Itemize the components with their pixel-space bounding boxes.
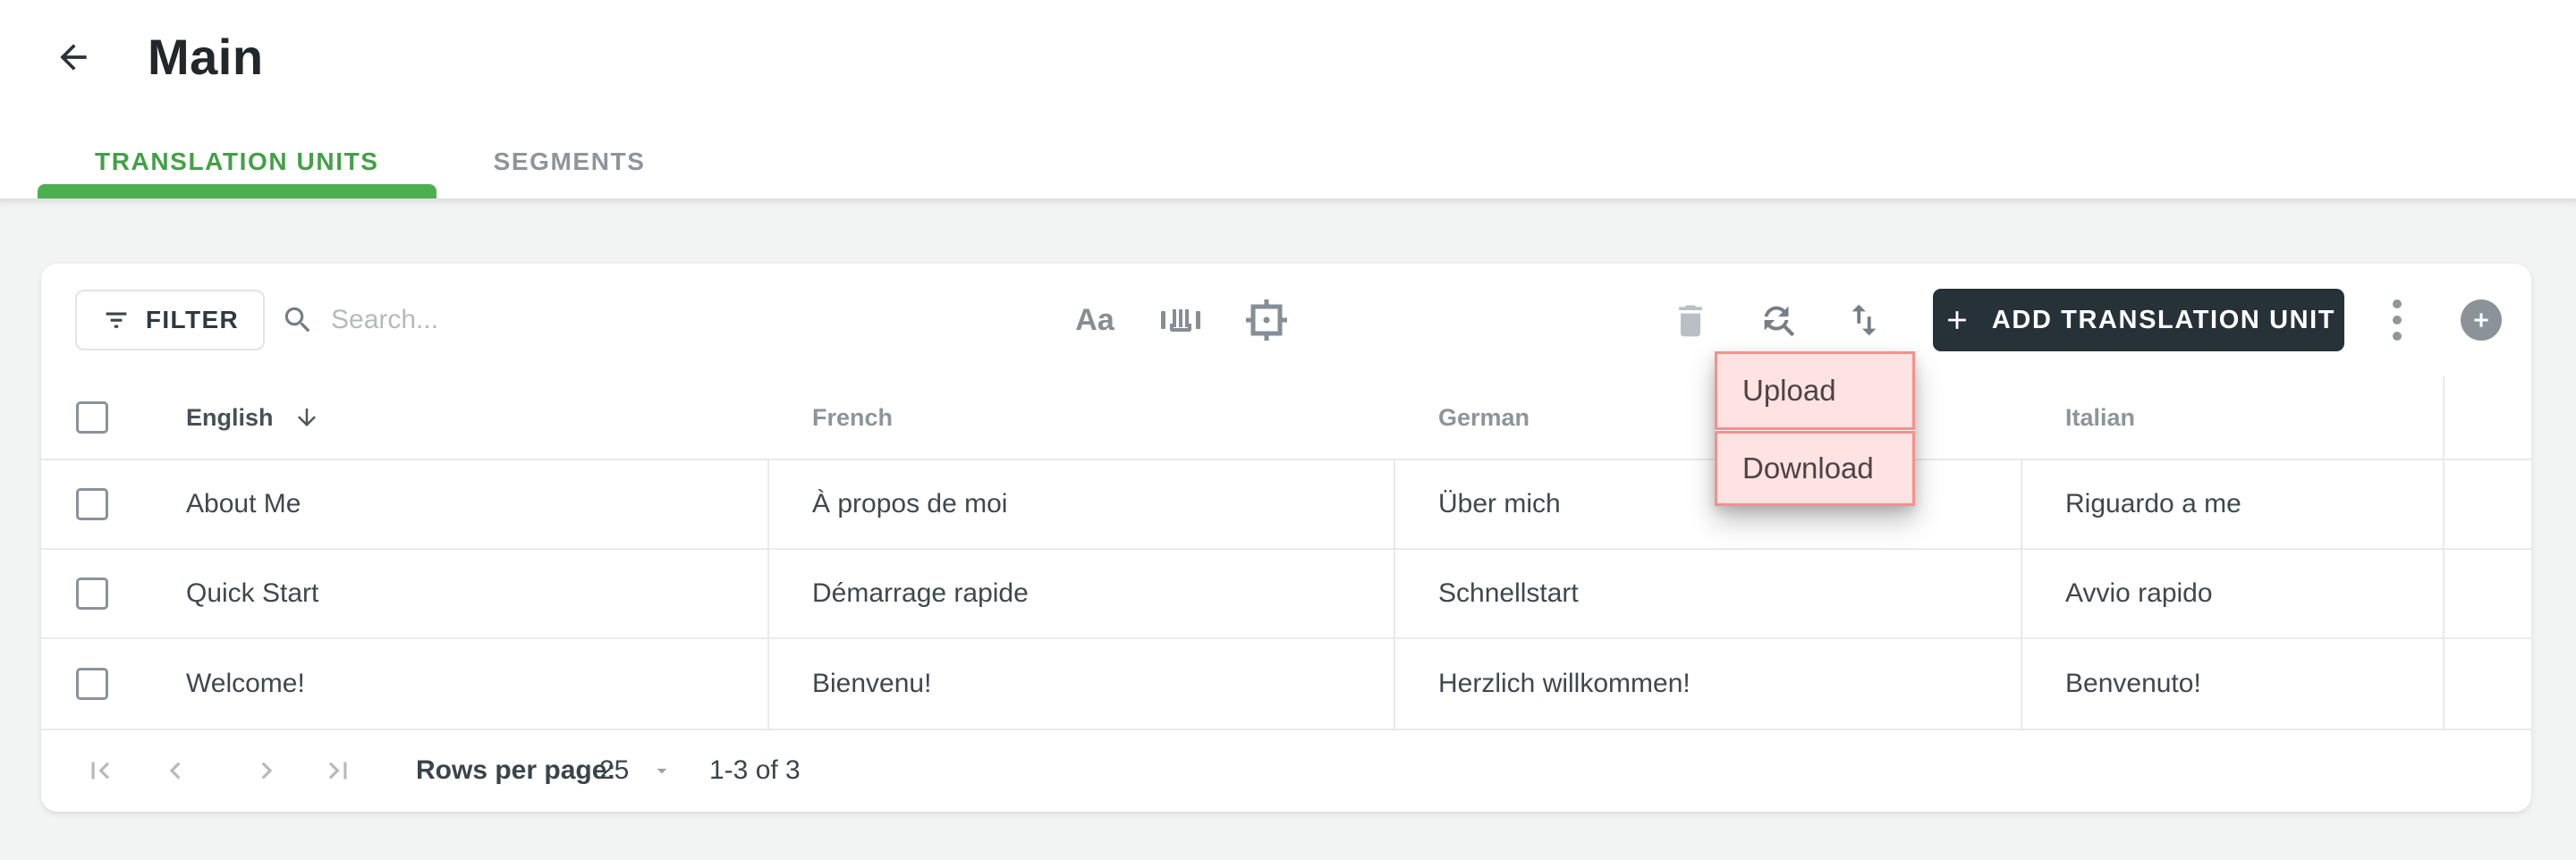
row-checkbox-cell — [41, 488, 143, 520]
column-header-english[interactable]: English — [143, 376, 769, 459]
table-row[interactable]: Quick Start Démarrage rapide Schnellstar… — [41, 550, 2531, 639]
table-header-row: English French German Italian — [41, 376, 2531, 460]
cell-english[interactable]: About Me — [143, 460, 769, 548]
next-page-button[interactable] — [240, 744, 293, 797]
arrow-drop-down-icon — [657, 768, 667, 773]
back-button[interactable] — [47, 30, 100, 84]
previous-page-button[interactable] — [148, 744, 202, 797]
menu-item-label: Upload — [1742, 374, 1836, 407]
row-checkbox[interactable] — [76, 668, 108, 700]
cell-french[interactable]: Bienvenu! — [769, 639, 1395, 729]
translation-units-card: FILTER Aa — [41, 264, 2531, 812]
tab-label: TRANSLATION UNITS — [95, 148, 379, 175]
column-header-label: German — [1438, 403, 1530, 431]
add-button-label: ADD TRANSLATION UNIT — [1991, 305, 2336, 334]
search-box — [281, 290, 1086, 350]
cell-actions — [2445, 460, 2528, 548]
search-icon — [284, 307, 310, 333]
select-all-cell — [41, 401, 143, 434]
filter-button[interactable]: FILTER — [75, 290, 265, 350]
cell-italian[interactable]: Benvenuto! — [2022, 639, 2445, 729]
column-header-italian[interactable]: Italian — [2022, 376, 2445, 459]
cell-actions — [2445, 639, 2528, 729]
column-header-french[interactable]: French — [769, 376, 1395, 459]
arrow-back-icon — [60, 44, 87, 71]
tab-bar: TRANSLATION UNITS SEGMENTS — [38, 125, 703, 198]
first-page-button[interactable] — [73, 744, 127, 797]
tab-segments[interactable]: SEGMENTS — [436, 125, 703, 198]
search-input[interactable] — [331, 305, 1029, 335]
plus-icon — [1947, 311, 1966, 329]
cell-german[interactable]: Schnellstart — [1395, 550, 2022, 637]
column-header-german[interactable]: German — [1395, 376, 2022, 459]
table-row[interactable]: About Me À propos de moi Über mich Rigua… — [41, 460, 2531, 550]
table-row[interactable]: Welcome! Bienvenu! Herzlich willkommen! … — [41, 639, 2531, 729]
more-vert-glyph — [2393, 299, 2402, 341]
more-vert-icon[interactable] — [2370, 293, 2424, 347]
barcode-glyph — [1161, 309, 1200, 332]
cell-french[interactable]: Démarrage rapide — [769, 550, 1395, 637]
select-all-checkbox[interactable] — [76, 401, 108, 434]
filter-button-label: FILTER — [145, 306, 240, 333]
cell-french[interactable]: À propos de moi — [769, 460, 1395, 548]
last-page-icon — [328, 762, 347, 779]
frame-select-icon[interactable] — [1240, 293, 1293, 347]
sort-arrow-down-icon — [297, 409, 316, 426]
actions-column-header — [2445, 376, 2528, 459]
row-checkbox[interactable] — [76, 578, 108, 610]
menu-item-download[interactable]: Download — [1715, 431, 1915, 506]
app-bar: Main TRANSLATION UNITS SEGMENTS — [0, 0, 2576, 198]
table-body: About Me À propos de moi Über mich Rigua… — [41, 460, 2531, 729]
row-checkbox[interactable] — [76, 488, 108, 520]
import-export-menu: Upload Download — [1715, 351, 1915, 506]
rows-per-page-select[interactable]: 25 — [599, 755, 674, 786]
row-checkbox-cell — [41, 578, 143, 610]
import-export-glyph — [1852, 304, 1877, 336]
last-page-button[interactable] — [311, 744, 365, 797]
chevron-right-icon — [261, 762, 273, 779]
cell-italian[interactable]: Avvio rapido — [2022, 550, 2445, 637]
cell-italian[interactable]: Riguardo a me — [2022, 460, 2445, 548]
row-checkbox-cell — [41, 668, 143, 700]
rows-per-page-value: 25 — [599, 755, 630, 785]
add-translation-unit-button[interactable]: ADD TRANSLATION UNIT — [1933, 289, 2344, 351]
column-header-label: Italian — [2065, 403, 2136, 431]
first-page-icon — [91, 762, 110, 779]
cell-english[interactable]: Welcome! — [143, 639, 769, 729]
content-area: FILTER Aa — [0, 198, 2576, 860]
column-header-label: French — [812, 403, 894, 431]
rows-per-page-label: Rows per page: — [416, 755, 616, 785]
table-footer: Rows per page: 25 1-3 of 3 — [41, 729, 2531, 810]
match-case-label: Aa — [1075, 302, 1114, 337]
menu-item-label: Download — [1742, 451, 1874, 485]
tab-label: SEGMENTS — [493, 148, 646, 175]
barcode-icon[interactable] — [1154, 293, 1208, 347]
page-title: Main — [148, 29, 264, 85]
add-circle-button[interactable] — [2461, 299, 2502, 341]
menu-item-upload[interactable]: Upload — [1715, 351, 1915, 430]
column-header-label: English — [186, 403, 274, 431]
trash-glyph — [1679, 305, 1702, 337]
find-replace-glyph — [1764, 306, 1795, 337]
tab-translation-units[interactable]: TRANSLATION UNITS — [38, 125, 436, 198]
delete-icon[interactable] — [1664, 293, 1717, 347]
match-case-icon[interactable]: Aa — [1068, 293, 1122, 347]
card-toolbar: FILTER Aa — [41, 264, 2531, 376]
plus-icon — [2474, 313, 2488, 327]
chevron-left-icon — [169, 762, 181, 779]
filter-icon — [106, 312, 127, 328]
active-tab-indicator — [38, 184, 436, 198]
find-replace-icon[interactable] — [1751, 293, 1805, 347]
cell-actions — [2445, 550, 2528, 637]
pagination-range-label: 1-3 of 3 — [709, 755, 801, 785]
cell-german[interactable]: Herzlich willkommen! — [1395, 639, 2022, 729]
cell-english[interactable]: Quick Start — [143, 550, 769, 637]
translation-units-table: English French German Italian About Me À… — [41, 376, 2531, 729]
cell-german[interactable]: Über mich — [1395, 460, 2022, 548]
import-export-icon[interactable] — [1837, 293, 1891, 347]
frame-select-glyph — [1246, 299, 1287, 341]
